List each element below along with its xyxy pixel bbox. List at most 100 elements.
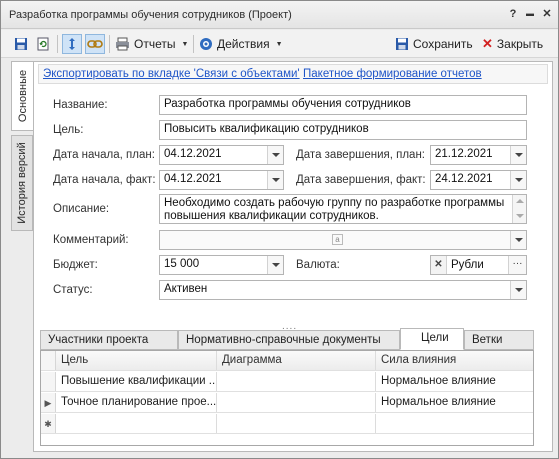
floppy-icon (15, 38, 27, 50)
date-dropdown-button[interactable] (510, 146, 526, 164)
start-plan-date-input[interactable]: 04.12.2021 (159, 145, 284, 165)
comment-dropdown-button[interactable] (510, 231, 526, 249)
tab-branches[interactable]: Ветки (464, 330, 534, 350)
goal-cell[interactable] (56, 414, 217, 433)
start-plan-date-value: 04.12.2021 (164, 148, 222, 160)
description-textarea[interactable]: Необходимо создать рабочую группу по раз… (159, 194, 527, 224)
goal-input[interactable]: Повысить квалификацию сотрудников (159, 120, 527, 140)
goal-cell[interactable]: Повышение квалификации ... (56, 372, 217, 391)
tab-version-history[interactable]: История версий (11, 135, 33, 231)
scroll-down-icon (516, 214, 524, 218)
help-button[interactable]: ? (506, 7, 520, 21)
clear-currency-icon[interactable]: ✕ (431, 256, 447, 274)
reports-label: Отчеты (134, 37, 176, 51)
description-scrollbar[interactable] (512, 195, 526, 223)
description-value: Необходимо создать рабочую группу по раз… (164, 197, 505, 222)
export-link[interactable]: Экспортировать по вкладке 'Связи с объек… (43, 68, 300, 80)
budget-value: 15 000 (164, 258, 200, 270)
tab-goals[interactable]: Цели (400, 328, 464, 350)
chevron-down-icon: ▼ (181, 40, 189, 48)
end-plan-date-input[interactable]: 21.12.2021 (430, 145, 527, 165)
refresh-button[interactable] (33, 34, 53, 54)
printer-icon (116, 37, 129, 51)
diagram-cell[interactable] (217, 414, 376, 433)
actions-menu-button[interactable]: Действия ▼ (199, 34, 283, 54)
save-button[interactable]: Сохранить (395, 34, 473, 54)
batch-reports-link[interactable]: Пакетное формирование отчетов (303, 68, 482, 80)
status-select[interactable]: Активен (159, 280, 527, 300)
tab-project-participants[interactable]: Участники проекта (40, 330, 178, 350)
currency-label: Валюта: (296, 259, 340, 271)
tab-main[interactable]: Основные (11, 61, 33, 131)
link-button[interactable] (85, 34, 105, 54)
new-row-icon: ✱ (41, 414, 56, 433)
minimize-button[interactable]: ▬ (523, 7, 537, 21)
row-indicator (41, 372, 56, 391)
chevron-down-icon (514, 238, 523, 242)
table-row[interactable]: Повышение квалификации ... Нормальное вл… (41, 372, 533, 392)
diagram-cell[interactable] (217, 393, 376, 412)
name-label: Название: (53, 99, 108, 111)
tab-version-history-label: История версий (16, 142, 28, 224)
document-refresh-icon (37, 37, 49, 51)
start-fact-date-input[interactable]: 04.12.2021 (159, 170, 284, 190)
chevron-down-icon (514, 288, 523, 292)
currency-browse-button[interactable]: ··· (508, 256, 526, 274)
column-header-diagram[interactable]: Диаграмма (217, 351, 376, 370)
date-dropdown-button[interactable] (267, 171, 283, 189)
goal-cell[interactable]: Точное планирование прое... (56, 393, 217, 412)
main-panel: Экспортировать по вкладке 'Связи с объек… (33, 61, 553, 452)
name-input[interactable]: Разработка программы обучения сотруднико… (159, 95, 527, 115)
expand-vertical-icon (69, 38, 75, 50)
scroll-up-icon (516, 199, 524, 203)
comment-label: Комментарий: (53, 234, 129, 246)
title-bar: Разработка программы обучения сотруднико… (1, 1, 558, 29)
link-bar: Экспортировать по вкладке 'Связи с объек… (38, 64, 548, 84)
end-fact-date-value: 24.12.2021 (435, 173, 493, 185)
comment-input[interactable]: a (159, 230, 527, 250)
gear-icon (200, 38, 212, 50)
grid-header-row: Цель Диаграмма Сила влияния (41, 351, 533, 371)
date-dropdown-button[interactable] (510, 171, 526, 189)
column-header-goal[interactable]: Цель (56, 351, 217, 370)
influence-cell[interactable] (376, 414, 533, 433)
end-fact-label: Дата завершения, факт: (296, 174, 426, 186)
influence-cell[interactable]: Нормальное влияние (376, 393, 533, 412)
floppy-icon (396, 38, 408, 50)
status-dropdown-button[interactable] (510, 281, 526, 299)
diagram-cell[interactable] (217, 372, 376, 391)
goal-label: Цель: (53, 124, 84, 136)
chevron-down-icon (514, 153, 523, 157)
column-header-influence[interactable]: Сила влияния (376, 351, 533, 370)
status-label: Статус: (53, 284, 93, 296)
chevron-down-icon: ▼ (275, 40, 283, 48)
reports-menu-button[interactable]: Отчеты ▼ (115, 34, 188, 54)
close-button[interactable]: ✕ Закрыть (482, 34, 543, 54)
tab-reference-documents[interactable]: Нормативно-справочные документы (178, 330, 400, 350)
expand-arrows-button[interactable] (62, 34, 82, 54)
end-plan-date-value: 21.12.2021 (435, 148, 493, 160)
table-row[interactable]: ▶ Точное планирование прое... Нормальное… (41, 393, 533, 413)
new-row[interactable]: ✱ (41, 414, 533, 434)
start-fact-date-value: 04.12.2021 (164, 173, 222, 185)
window-title: Разработка программы обучения сотруднико… (9, 9, 292, 21)
status-value: Активен (164, 283, 208, 295)
currency-lookup[interactable]: ✕ Рубли ··· (430, 255, 527, 275)
end-plan-label: Дата завершения, план: (296, 149, 425, 161)
chevron-down-icon (514, 178, 523, 182)
close-window-button[interactable]: ✕ (540, 7, 554, 21)
description-label: Описание: (53, 203, 110, 215)
end-fact-date-input[interactable]: 24.12.2021 (430, 170, 527, 190)
chevron-down-icon (271, 153, 280, 157)
save-icon-button[interactable] (11, 34, 31, 54)
toolbar: Отчеты ▼ Действия ▼ Сохранить ✕ Закрыть (1, 30, 558, 58)
date-dropdown-button[interactable] (267, 146, 283, 164)
budget-input[interactable]: 15 000 (159, 255, 284, 275)
budget-dropdown-button[interactable] (267, 256, 283, 274)
actions-label: Действия (217, 37, 270, 51)
close-label: Закрыть (496, 37, 544, 51)
chevron-down-icon (271, 178, 280, 182)
influence-cell[interactable]: Нормальное влияние (376, 372, 533, 391)
text-editor-icon[interactable]: a (332, 234, 343, 245)
row-indicator (41, 351, 56, 370)
